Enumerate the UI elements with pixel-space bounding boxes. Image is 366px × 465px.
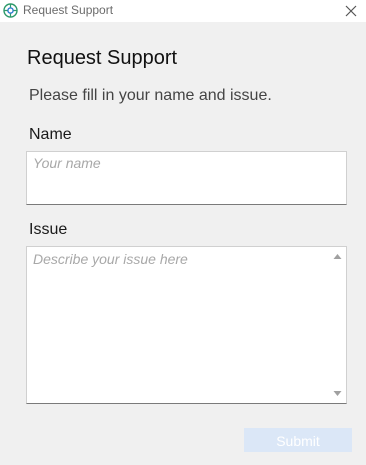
scroll-up-arrow-icon[interactable] xyxy=(333,252,342,261)
issue-label: Issue xyxy=(29,221,68,238)
close-button[interactable] xyxy=(342,2,360,20)
issue-field[interactable] xyxy=(27,247,329,403)
close-icon xyxy=(345,5,357,17)
scroll-down-arrow-icon[interactable] xyxy=(333,389,342,398)
name-label: Name xyxy=(29,126,72,143)
support-app-icon xyxy=(3,3,18,18)
submit-button[interactable]: Submit xyxy=(244,428,352,452)
page-title: Request Support xyxy=(27,47,178,69)
form-instructions: Please fill in your name and issue. xyxy=(29,87,272,104)
request-support-window: Request Support Request Support Please f… xyxy=(0,0,366,465)
issue-scrollbar[interactable] xyxy=(329,247,346,403)
name-field[interactable] xyxy=(26,151,347,205)
window-title: Request Support xyxy=(23,3,114,17)
titlebar: Request Support xyxy=(0,0,366,22)
issue-field-container xyxy=(26,246,347,404)
